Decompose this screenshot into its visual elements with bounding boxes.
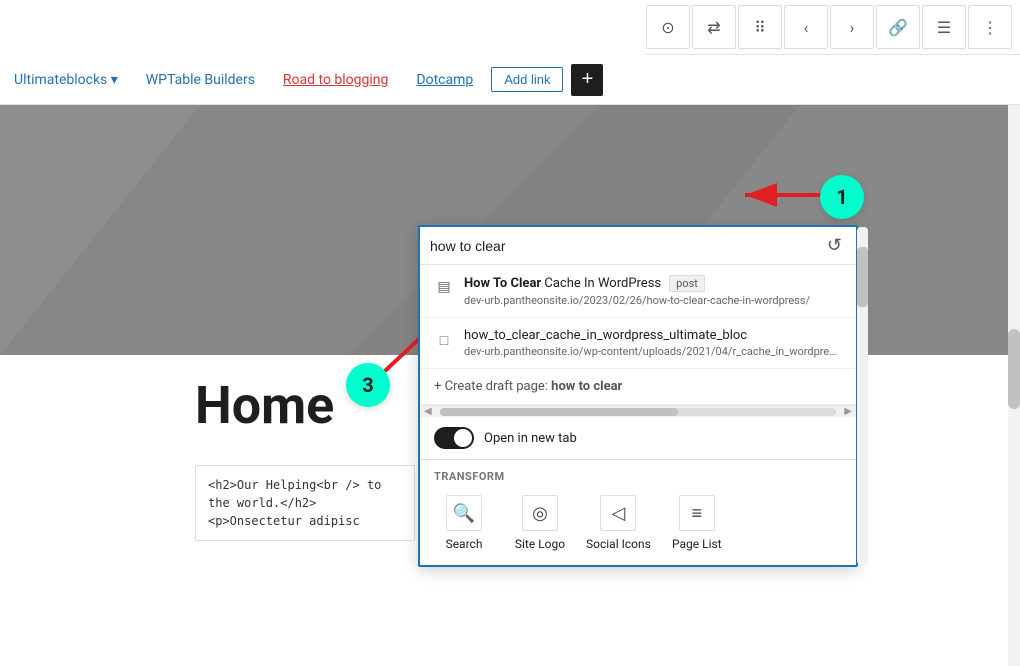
search-icon: 🔍	[446, 495, 482, 531]
result-badge: post	[669, 275, 705, 292]
scrollbar-thumb[interactable]	[1008, 329, 1020, 409]
link-btn[interactable]: 🔗	[876, 5, 920, 49]
add-link-button[interactable]: Add link	[491, 67, 563, 92]
search-result-item[interactable]: ▤ How To Clear Cache In WordPress post d…	[420, 265, 856, 318]
link-search-input[interactable]	[430, 238, 817, 254]
folder-icon: □	[434, 330, 454, 350]
search-results: ▤ How To Clear Cache In WordPress post d…	[420, 265, 856, 405]
nav-ultimateblocks[interactable]: Ultimateblocks ▾	[0, 55, 132, 104]
step-badge-3: 3	[346, 363, 390, 407]
right-scrollbar[interactable]	[1008, 105, 1020, 666]
transform-items: 🔍 Search ◎ Site Logo ◁ Social Icons ≡ Pa…	[434, 495, 842, 551]
transform-section: TRANSFORM 🔍 Search ◎ Site Logo ◁ Social …	[420, 460, 856, 565]
popup-scrollbar-thumb[interactable]	[857, 247, 868, 307]
open-new-tab-row: Open in new tab	[420, 417, 856, 460]
result-title: how_to_clear_cache_in_wordpress_ultimate…	[464, 328, 842, 343]
next-btn[interactable]: ›	[830, 5, 874, 49]
doc-icon: ▤	[434, 277, 454, 297]
code-block: <h2>Our Helping<br /> to the world.</h2>…	[195, 465, 415, 541]
nav-blogging[interactable]: Road to blogging	[269, 55, 402, 104]
link-reset-button[interactable]: ↺	[823, 235, 846, 256]
transform-pagelist[interactable]: ≡ Page List	[667, 495, 727, 551]
main-content: Home <h2>Our Helping<br /> to the world.…	[0, 105, 1020, 666]
transform-search-label: Search	[446, 537, 483, 551]
more-btn[interactable]: ⋮	[968, 5, 1012, 49]
transform-title: TRANSFORM	[434, 470, 842, 483]
toggle-knob	[454, 429, 472, 447]
result-url: dev-urb.pantheonsite.io/wp-content/uploa…	[464, 345, 842, 358]
top-toolbar: ⊙ ⇄ ⠿ ‹ › 🔗 ☰ ⋮	[646, 0, 1020, 55]
transform-logo[interactable]: ◎ Site Logo	[510, 495, 570, 551]
popup-scrollbar[interactable]	[857, 227, 868, 565]
link-popup: ↺ ▤ How To Clear Cache In WordPress post…	[418, 225, 858, 567]
drag-btn[interactable]: ⠿	[738, 5, 782, 49]
transform-pagelist-label: Page List	[672, 537, 722, 551]
search-result-item[interactable]: □ how_to_clear_cache_in_wordpress_ultima…	[420, 318, 856, 369]
step-badge-1: 1	[820, 175, 864, 219]
result-title: How To Clear Cache In WordPress post	[464, 275, 842, 292]
link-input-row: ↺	[420, 227, 856, 265]
h-scrollbar[interactable]: ◀ ▶	[420, 405, 856, 417]
transform-logo-label: Site Logo	[515, 537, 565, 551]
transform-btn[interactable]: ⇄	[692, 5, 736, 49]
h-scroll-thumb[interactable]	[440, 408, 678, 416]
h-scroll-track	[440, 408, 837, 416]
result-url: dev-urb.pantheonsite.io/2023/02/26/how-t…	[464, 294, 842, 307]
open-new-tab-label: Open in new tab	[484, 431, 577, 446]
home-heading: Home	[195, 375, 334, 436]
compass-btn[interactable]: ⊙	[646, 5, 690, 49]
social-icons-icon: ◁	[600, 495, 636, 531]
h-scroll-left[interactable]: ◀	[420, 406, 436, 417]
site-logo-icon: ◎	[522, 495, 558, 531]
page-list-icon: ≡	[679, 495, 715, 531]
add-block-button[interactable]: +	[571, 64, 603, 96]
h-scroll-right[interactable]: ▶	[840, 406, 856, 417]
result-content: how_to_clear_cache_in_wordpress_ultimate…	[464, 328, 842, 358]
create-draft-item[interactable]: + Create draft page: how to clear	[420, 369, 856, 405]
transform-search[interactable]: 🔍 Search	[434, 495, 494, 551]
result-content: How To Clear Cache In WordPress post dev…	[464, 275, 842, 307]
nav-dotcamp[interactable]: Dotcamp	[402, 55, 487, 104]
nav-wptable[interactable]: WPTable Builders	[132, 55, 269, 104]
nav-bar: Ultimateblocks ▾ WPTable Builders Road t…	[0, 55, 1020, 105]
open-new-tab-toggle[interactable]	[434, 427, 474, 449]
prev-btn[interactable]: ‹	[784, 5, 828, 49]
transform-social[interactable]: ◁ Social Icons	[586, 495, 651, 551]
list-btn[interactable]: ☰	[922, 5, 966, 49]
transform-social-label: Social Icons	[586, 537, 651, 551]
